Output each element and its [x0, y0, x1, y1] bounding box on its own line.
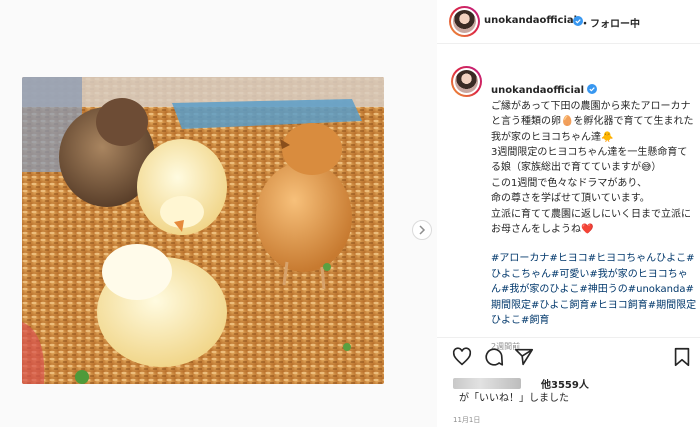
heart-icon[interactable]	[451, 346, 473, 368]
header-username[interactable]: unokandaofficial	[484, 15, 577, 26]
post-header: unokandaofficial ・フォロー中	[437, 0, 700, 44]
post-side-panel: unokandaofficial ・フォロー中 unokandaofficial…	[437, 0, 700, 427]
post-date[interactable]: 11月1日	[453, 415, 480, 425]
verified-badge-icon	[587, 84, 598, 95]
paper-plane-icon[interactable]	[513, 346, 535, 368]
caption-avatar[interactable]	[451, 66, 482, 97]
caption-text: ご縁があって下田の農園から来たアローカナと言う種類の卵🥚を孵化器で育てて生まれた…	[491, 100, 694, 236]
header-avatar[interactable]	[449, 6, 480, 37]
post-actions: 他3559人 が「いいね！」しました 11月1日	[437, 337, 700, 427]
bookmark-icon[interactable]	[671, 346, 693, 368]
post-photo[interactable]	[22, 77, 384, 384]
chevron-right-icon	[419, 225, 426, 235]
next-photo-button[interactable]	[412, 220, 432, 240]
caption-body: unokandaofficial ご縁があって下田の農園から来たアローカナと言う…	[491, 68, 697, 354]
caption-username[interactable]: unokandaofficial	[491, 85, 584, 96]
liked-text: が「いいね！」しました	[459, 393, 569, 404]
caption-hashtags[interactable]: #アローカナ#ヒヨコ#ヒヨコちゃんひよこ#ひよこちゃん#可愛い#我が家のヒヨコち…	[491, 251, 697, 328]
chicks-photo-image	[22, 77, 384, 384]
comment-icon[interactable]	[483, 346, 505, 368]
caption-area: unokandaofficial ご縁があって下田の農園から来たアローカナと言う…	[437, 58, 700, 351]
blurred-username	[453, 378, 521, 389]
follow-status[interactable]: ・フォロー中	[580, 15, 640, 30]
post-media-area	[0, 0, 437, 427]
